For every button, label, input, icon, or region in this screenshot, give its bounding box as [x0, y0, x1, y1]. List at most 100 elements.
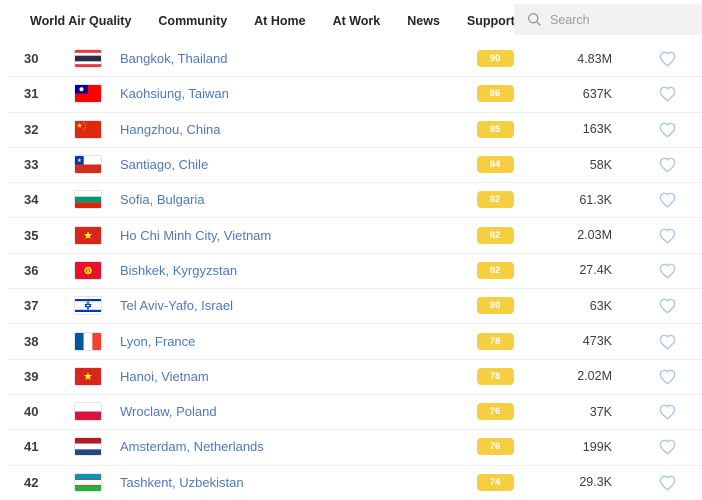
table-row[interactable]: 32 Hangzhou, China 85 163K: [0, 112, 702, 147]
heart-icon: [658, 333, 677, 350]
followers-count: 2.03M: [530, 228, 625, 242]
follow-heart-button[interactable]: [658, 121, 677, 138]
search-icon: [527, 12, 542, 27]
followers-count: 199K: [530, 440, 625, 454]
table-row[interactable]: 33 Santiago, Chile 84 58K: [0, 147, 702, 182]
nav-item-at-home[interactable]: At Home: [254, 14, 305, 28]
followers-count: 4.83M: [530, 52, 625, 66]
table-row[interactable]: 31 Kaohsiung, Taiwan 86 637K: [0, 76, 702, 111]
rank-label: 38: [0, 334, 75, 349]
nav-item-world-air-quality[interactable]: World Air Quality: [30, 14, 131, 28]
aqi-badge: 80: [477, 297, 514, 314]
rank-label: 36: [0, 263, 75, 278]
table-row[interactable]: 40 Wroclaw, Poland 76 37K: [0, 394, 702, 429]
city-link[interactable]: Bishkek, Kyrgyzstan: [120, 263, 460, 278]
city-link[interactable]: Lyon, France: [120, 334, 460, 349]
follow-heart-button[interactable]: [658, 156, 677, 173]
heart-icon: [658, 50, 677, 67]
aqi-badge: 82: [477, 191, 514, 208]
search-box[interactable]: [514, 4, 702, 35]
vietnam-flag-icon: [75, 227, 101, 244]
rank-label: 34: [0, 192, 75, 207]
city-link[interactable]: Tashkent, Uzbekistan: [120, 475, 460, 490]
follow-heart-button[interactable]: [658, 85, 677, 102]
search-input[interactable]: [550, 13, 690, 27]
followers-count: 2.02M: [530, 369, 625, 383]
city-link[interactable]: Ho Chi Minh City, Vietnam: [120, 228, 460, 243]
table-row[interactable]: 35 Ho Chi Minh City, Vietnam 82 2.03M: [0, 217, 702, 252]
table-row[interactable]: 37 Tel Aviv-Yafo, Israel 80 63K: [0, 288, 702, 323]
nav-item-support[interactable]: Support: [467, 14, 515, 28]
followers-count: 58K: [530, 158, 625, 172]
aqi-badge: 84: [477, 156, 514, 173]
city-link[interactable]: Bangkok, Thailand: [120, 51, 460, 66]
follow-heart-button[interactable]: [658, 333, 677, 350]
rank-label: 40: [0, 404, 75, 419]
israel-flag-icon: [75, 297, 101, 314]
rank-label: 41: [0, 439, 75, 454]
vietnam-flag-icon: [75, 368, 101, 385]
follow-heart-button[interactable]: [658, 297, 677, 314]
table-row[interactable]: 36 Bishkek, Kyrgyzstan 82 27.4K: [0, 253, 702, 288]
china-flag-icon: [75, 121, 101, 138]
rank-label: 35: [0, 228, 75, 243]
aqi-badge: 76: [477, 438, 514, 455]
follow-heart-button[interactable]: [658, 191, 677, 208]
uzbekistan-flag-icon: [75, 474, 101, 491]
rank-label: 31: [0, 86, 75, 101]
city-link[interactable]: Sofia, Bulgaria: [120, 192, 460, 207]
rank-label: 39: [0, 369, 75, 384]
nav-item-at-work[interactable]: At Work: [333, 14, 381, 28]
city-link[interactable]: Santiago, Chile: [120, 157, 460, 172]
taiwan-flag-icon: [75, 85, 101, 102]
city-ranking-table: 30 Bangkok, Thailand 90 4.83M 31 Kaohsiu…: [0, 41, 702, 500]
heart-icon: [658, 156, 677, 173]
aqi-badge: 76: [477, 403, 514, 420]
rank-label: 37: [0, 298, 75, 313]
follow-heart-button[interactable]: [658, 50, 677, 67]
rank-label: 42: [0, 475, 75, 490]
france-flag-icon: [75, 333, 101, 350]
city-link[interactable]: Hanoi, Vietnam: [120, 369, 460, 384]
heart-icon: [658, 85, 677, 102]
table-row[interactable]: 39 Hanoi, Vietnam 78 2.02M: [0, 359, 702, 394]
followers-count: 29.3K: [530, 475, 625, 489]
follow-heart-button[interactable]: [658, 262, 677, 279]
followers-count: 37K: [530, 405, 625, 419]
follow-heart-button[interactable]: [658, 438, 677, 455]
follow-heart-button[interactable]: [658, 474, 677, 491]
city-link[interactable]: Hangzhou, China: [120, 122, 460, 137]
heart-icon: [658, 474, 677, 491]
follow-heart-button[interactable]: [658, 403, 677, 420]
table-row[interactable]: 38 Lyon, France 78 473K: [0, 323, 702, 358]
nav-menu: World Air Quality Community At Home At W…: [30, 14, 515, 28]
followers-count: 27.4K: [530, 263, 625, 277]
aqi-badge: 82: [477, 262, 514, 279]
table-row[interactable]: 41 Amsterdam, Netherlands 76 199K: [0, 429, 702, 464]
aqi-badge: 78: [477, 368, 514, 385]
rank-label: 33: [0, 157, 75, 172]
heart-icon: [658, 121, 677, 138]
rank-label: 32: [0, 122, 75, 137]
rank-label: 30: [0, 51, 75, 66]
aqi-badge: 86: [477, 85, 514, 102]
poland-flag-icon: [75, 403, 101, 420]
city-link[interactable]: Amsterdam, Netherlands: [120, 439, 460, 454]
city-link[interactable]: Wroclaw, Poland: [120, 404, 460, 419]
kyrgyzstan-flag-icon: [75, 262, 101, 279]
table-row[interactable]: 30 Bangkok, Thailand 90 4.83M: [0, 41, 702, 76]
table-row[interactable]: 34 Sofia, Bulgaria 82 61.3K: [0, 182, 702, 217]
aqi-badge: 90: [477, 50, 514, 67]
table-row[interactable]: 42 Tashkent, Uzbekistan 74 29.3K: [0, 465, 702, 500]
nav-item-community[interactable]: Community: [158, 14, 227, 28]
city-link[interactable]: Tel Aviv-Yafo, Israel: [120, 298, 460, 313]
heart-icon: [658, 438, 677, 455]
netherlands-flag-icon: [75, 438, 101, 455]
aqi-badge: 74: [477, 474, 514, 491]
city-link[interactable]: Kaohsiung, Taiwan: [120, 86, 460, 101]
aqi-badge: 82: [477, 227, 514, 244]
follow-heart-button[interactable]: [658, 227, 677, 244]
nav-item-news[interactable]: News: [407, 14, 440, 28]
follow-heart-button[interactable]: [658, 368, 677, 385]
heart-icon: [658, 368, 677, 385]
